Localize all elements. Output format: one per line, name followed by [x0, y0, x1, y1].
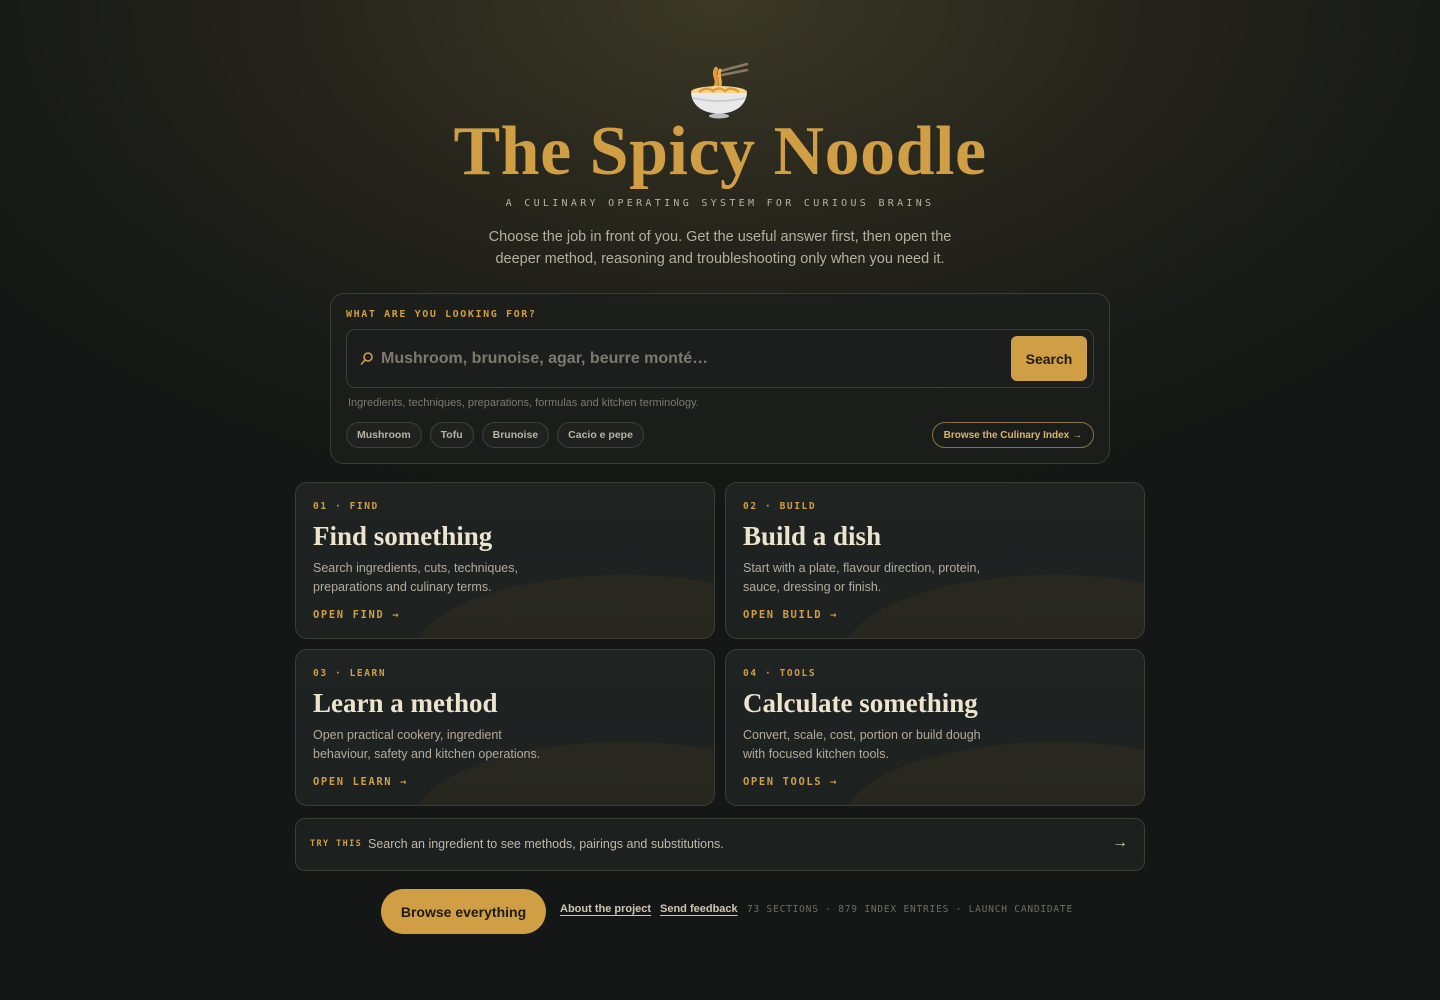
card-description: Start with a plate, flavour direction, p… — [743, 561, 980, 594]
card-title: Find something — [313, 521, 493, 551]
try-label: TRY THIS — [310, 839, 363, 849]
card-learn[interactable]: 03 · LEARN Learn a method Open practical… — [295, 649, 715, 806]
open-find-link[interactable]: OPEN FIND → — [313, 609, 400, 621]
card-kicker: 03 · LEARN — [313, 668, 387, 679]
chip-brunoise[interactable]: Brunoise — [481, 422, 550, 448]
card-build[interactable]: 02 · BUILD Build a dish Start with a pla… — [725, 482, 1145, 639]
card-description: Convert, scale, cost, portion or build d… — [743, 728, 981, 761]
arrow-right-icon[interactable]: → — [1112, 834, 1128, 852]
browse-everything-button[interactable]: Browse everything — [381, 889, 546, 934]
card-title: Learn a method — [313, 688, 498, 718]
card-description: Open practical cookery, ingredient behav… — [313, 728, 541, 761]
card-tools[interactable]: 04 · TOOLS Calculate something Convert, … — [725, 649, 1145, 806]
browse-index-link[interactable]: Browse the Culinary Index → — [931, 422, 1094, 448]
suggestion-chips: Mushroom Tofu Brunoise Cacio e pepe — [346, 422, 644, 448]
page-title: The Spicy Noodle — [453, 113, 987, 190]
card-kicker: 02 · BUILD — [743, 501, 817, 512]
card-description: Search ingredients, cuts, techniques, pr… — [313, 561, 518, 594]
tagline: A CULINARY OPERATING SYSTEM FOR CURIOUS … — [505, 198, 935, 209]
search-icon — [360, 352, 373, 365]
chip-mushroom[interactable]: Mushroom — [346, 422, 422, 448]
open-tools-link[interactable]: OPEN TOOLS → — [743, 776, 838, 788]
card-title: Calculate something — [743, 688, 978, 718]
site-stats: 73 SECTIONS · 879 INDEX ENTRIES · LAUNCH… — [747, 904, 1073, 915]
open-build-link[interactable]: OPEN BUILD → — [743, 609, 838, 621]
feedback-link[interactable]: Send feedback — [660, 903, 738, 915]
intro-text: Choose the job in front of you. Get the … — [488, 229, 952, 267]
about-link[interactable]: About the project — [560, 903, 651, 915]
search-hint: Ingredients, techniques, preparations, f… — [348, 397, 699, 409]
card-find[interactable]: 01 · FIND Find something Search ingredie… — [295, 482, 715, 639]
search-input[interactable] — [381, 344, 1001, 374]
search-panel: WHAT ARE YOU LOOKING FOR? Search Ingredi… — [330, 293, 1110, 464]
chip-tofu[interactable]: Tofu — [429, 422, 474, 448]
card-kicker: 04 · TOOLS — [743, 668, 817, 679]
open-learn-link[interactable]: OPEN LEARN → — [313, 776, 408, 788]
try-text: Search an ingredient to see methods, pai… — [368, 837, 724, 851]
search-button[interactable]: Search — [1011, 336, 1087, 381]
try-this-bar[interactable]: TRY THIS Search an ingredient to see met… — [295, 818, 1145, 871]
card-kicker: 01 · FIND — [313, 501, 379, 512]
noodle-bowl-icon — [691, 62, 749, 119]
chip-cacio-e-pepe[interactable]: Cacio e pepe — [557, 422, 644, 448]
search-label: WHAT ARE YOU LOOKING FOR? — [346, 309, 537, 320]
search-box: Search — [346, 329, 1094, 388]
card-title: Build a dish — [743, 521, 882, 551]
